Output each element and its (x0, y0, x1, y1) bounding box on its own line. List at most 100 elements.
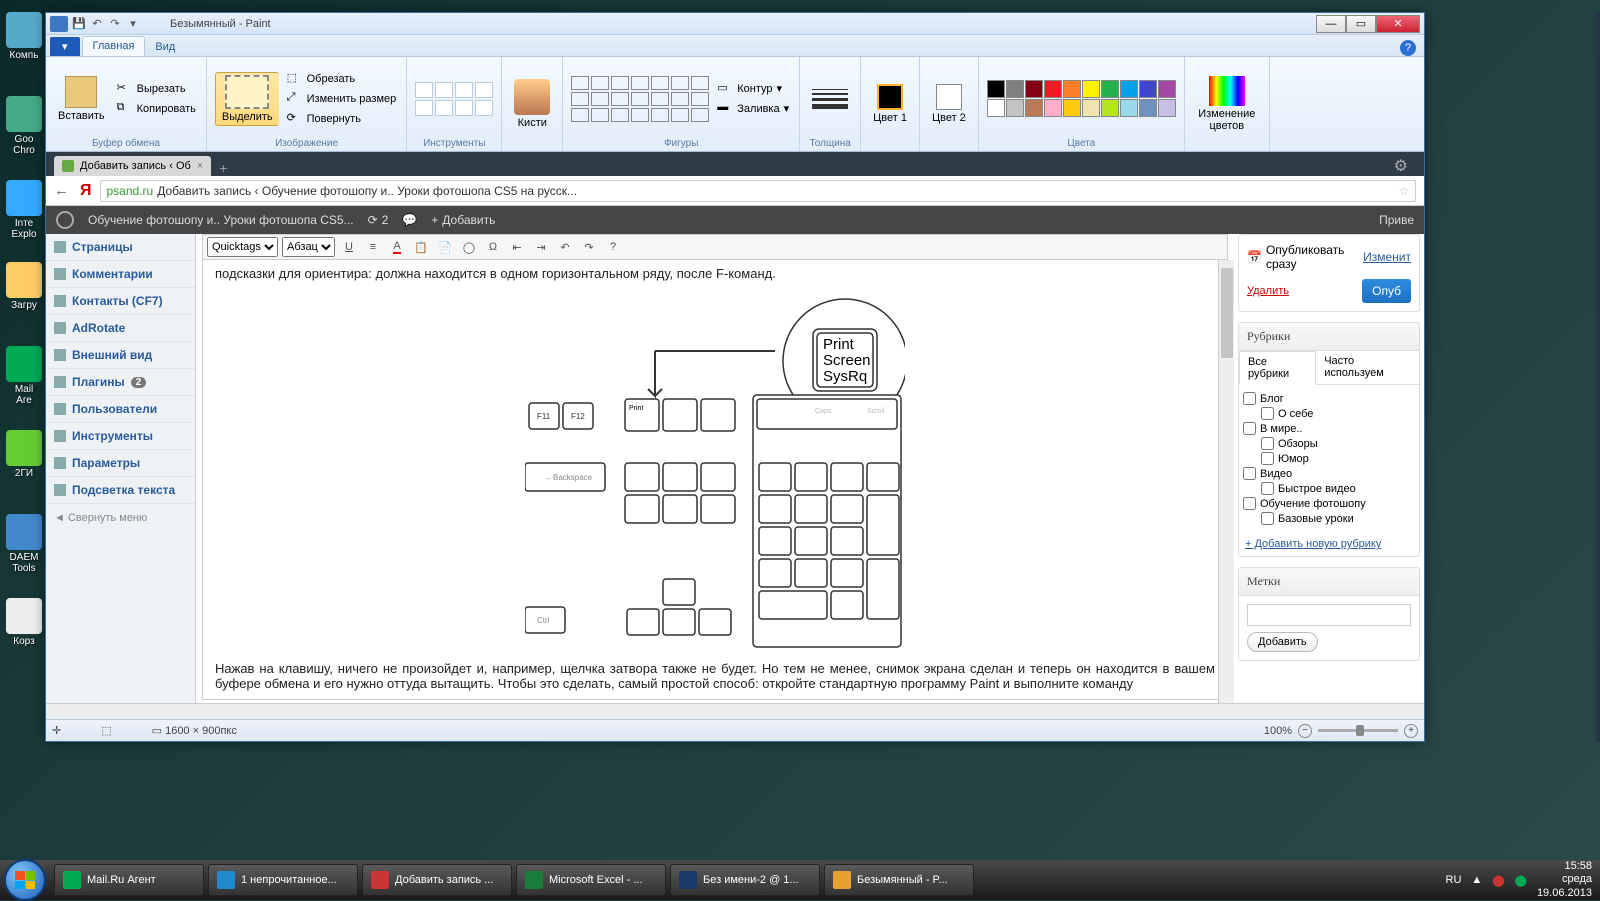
category-item[interactable]: Блог (1243, 391, 1415, 406)
category-item[interactable]: Юмор (1243, 451, 1415, 466)
category-item[interactable]: Быстрое видео (1243, 481, 1415, 496)
zoom-in-button[interactable]: + (1404, 724, 1418, 738)
browser-settings-icon[interactable]: ⚙ (1394, 156, 1408, 176)
color-swatch[interactable] (1063, 99, 1081, 117)
collapse-menu[interactable]: ◄ Свернуть меню (46, 504, 195, 532)
eraser-tool[interactable] (475, 82, 493, 98)
undo-button[interactable]: ↶ (555, 237, 575, 257)
wp-add-new[interactable]: + Добавить (431, 213, 495, 227)
tray-flag-icon[interactable]: ▲ (1471, 874, 1482, 886)
underline-button[interactable]: U (339, 237, 359, 257)
shape-item[interactable] (571, 92, 589, 106)
copy-button[interactable]: ⧉Копировать (115, 100, 198, 118)
titlebar[interactable]: 💾 ↶ ↷ ▾ Безымянный - Paint — ▭ ✕ (46, 13, 1424, 35)
tray-mail-icon[interactable]: ⬤ (1515, 874, 1527, 887)
color-swatch[interactable] (1044, 99, 1062, 117)
yandex-logo[interactable]: Я (80, 182, 92, 200)
text-tool[interactable] (455, 82, 473, 98)
taskbar-button[interactable]: 1 непрочитанное... (208, 864, 358, 896)
color-swatch[interactable] (1158, 80, 1176, 98)
sidebar-item[interactable]: Комментарии (46, 261, 195, 288)
category-checkbox[interactable] (1261, 512, 1274, 525)
help-button[interactable]: ? (603, 237, 623, 257)
color-swatch[interactable] (1158, 99, 1176, 117)
shape-item[interactable] (611, 92, 629, 106)
tab-frequent-categories[interactable]: Часто используем (1316, 351, 1419, 384)
clear-fmt-button[interactable]: ◯ (459, 237, 479, 257)
canvas-hscrollbar[interactable] (46, 703, 1424, 719)
new-tab-button[interactable]: + (219, 160, 227, 176)
shape-item[interactable] (611, 76, 629, 90)
category-checkbox[interactable] (1261, 437, 1274, 450)
sidebar-item[interactable]: Инструменты (46, 423, 195, 450)
color-swatch[interactable] (987, 80, 1005, 98)
wp-comments-icon[interactable]: 💬 (402, 213, 417, 227)
color-swatch[interactable] (1044, 80, 1062, 98)
post-editor[interactable]: подсказки для ориентира: должна находитс… (202, 260, 1228, 700)
wp-updates[interactable]: ⟳ 2 (368, 213, 389, 227)
pencil-tool[interactable] (415, 82, 433, 98)
browser-tab[interactable]: Добавить запись ‹ Об × (54, 156, 211, 176)
color-swatch[interactable] (1120, 99, 1138, 117)
close-button[interactable]: ✕ (1376, 15, 1420, 33)
paint-app-icon[interactable] (50, 16, 68, 32)
shape-item[interactable] (691, 92, 709, 106)
qat-dropdown-icon[interactable]: ▾ (126, 17, 140, 31)
color2-button[interactable]: Цвет 2 (928, 82, 970, 126)
outdent-button[interactable]: ⇤ (507, 237, 527, 257)
crop-button[interactable]: ⬚Обрезать (285, 70, 399, 88)
color-swatch[interactable] (1139, 99, 1157, 117)
shape-item[interactable] (691, 76, 709, 90)
redo-icon[interactable]: ↷ (108, 17, 122, 31)
sidebar-item[interactable]: Параметры (46, 450, 195, 477)
shape-item[interactable] (571, 108, 589, 122)
bookmark-icon[interactable]: ☆ (1398, 184, 1409, 198)
select-button[interactable]: Выделить (215, 72, 279, 126)
taskbar-button[interactable]: Добавить запись ... (362, 864, 512, 896)
justify-button[interactable]: ≡ (363, 237, 383, 257)
indent-button[interactable]: ⇥ (531, 237, 551, 257)
color-swatch[interactable] (1025, 99, 1043, 117)
color-swatch[interactable] (1025, 80, 1043, 98)
wp-site-name[interactable]: Обучение фотошопу и.. Уроки фотошопа CS5… (88, 213, 354, 227)
start-button[interactable] (4, 859, 46, 901)
home-tab[interactable]: Главная (82, 36, 146, 56)
desktop-icon[interactable]: InтеExplo (4, 180, 44, 240)
editor-para-select[interactable]: Абзац (282, 237, 335, 257)
publish-button[interactable]: Опуб (1362, 279, 1411, 303)
taskbar-button[interactable]: Без имени-2 @ 1... (670, 864, 820, 896)
shape-item[interactable] (591, 108, 609, 122)
shape-item[interactable] (591, 76, 609, 90)
sidebar-item[interactable]: Пользователи (46, 396, 195, 423)
category-checkbox[interactable] (1261, 407, 1274, 420)
file-tab[interactable]: ▾ (50, 37, 80, 56)
category-item[interactable]: О себе (1243, 406, 1415, 421)
shape-item[interactable] (671, 76, 689, 90)
shape-item[interactable] (631, 108, 649, 122)
zoom-tool[interactable] (435, 100, 453, 116)
paste-button[interactable]: Вставить (54, 74, 109, 124)
color-swatch[interactable] (1006, 80, 1024, 98)
desktop-icon[interactable]: MailАге (4, 346, 44, 406)
taskbar-button[interactable]: Mail.Ru Агент (54, 864, 204, 896)
wp-greeting[interactable]: Приве (1379, 213, 1414, 227)
textcolor-button[interactable]: A (387, 237, 407, 257)
tab-all-categories[interactable]: Все рубрики (1239, 351, 1316, 385)
edit-colors-button[interactable]: Изменение цветов (1193, 74, 1261, 134)
desktop-icon[interactable]: DAEMTools (4, 514, 44, 574)
category-checkbox[interactable] (1243, 497, 1256, 510)
shapes-gallery[interactable] (571, 76, 709, 122)
taskbar-button[interactable]: Microsoft Excel - ... (516, 864, 666, 896)
category-item[interactable]: Обзоры (1243, 436, 1415, 451)
editor-font-select[interactable]: Quicktags (207, 237, 278, 257)
redo-button[interactable]: ↷ (579, 237, 599, 257)
sidebar-item[interactable]: Плагины2 (46, 369, 195, 396)
color-swatch[interactable] (1139, 80, 1157, 98)
paste-text-button[interactable]: 📋 (411, 237, 431, 257)
shape-item[interactable] (671, 92, 689, 106)
editor-scrollbar[interactable] (1218, 260, 1234, 703)
shape-item[interactable] (631, 92, 649, 106)
color-swatch[interactable] (1120, 80, 1138, 98)
delete-link[interactable]: Удалить (1247, 285, 1289, 297)
shape-outline[interactable]: ▭Контур ▾ (715, 80, 791, 98)
